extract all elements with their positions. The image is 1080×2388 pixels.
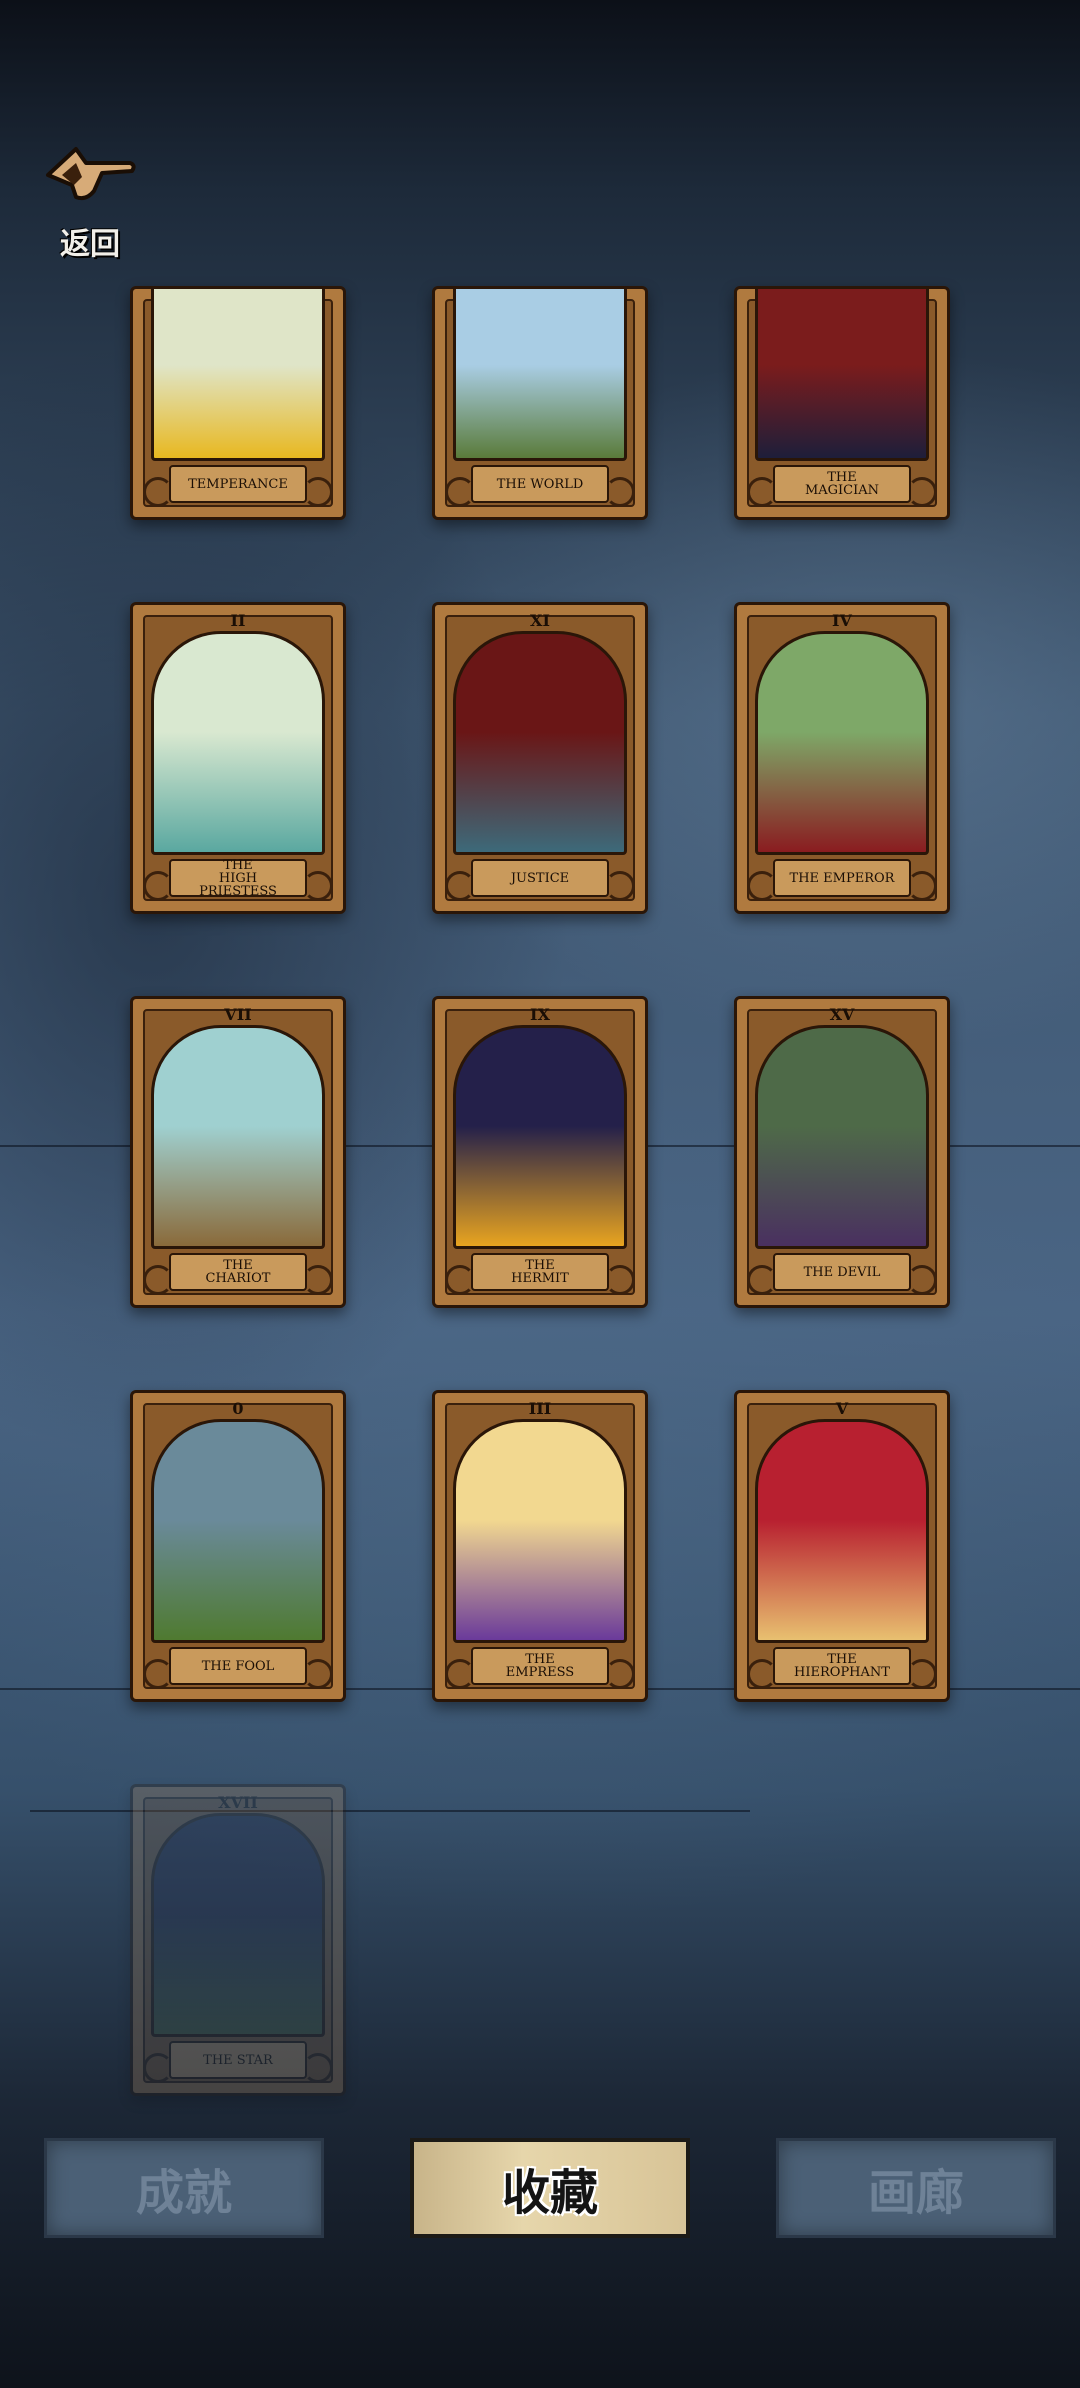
card-name: THE STAR bbox=[203, 2052, 273, 2068]
card-illustration bbox=[453, 286, 627, 461]
tarot-card[interactable]: XI JUSTICE bbox=[432, 602, 648, 914]
back-label: 返回 bbox=[60, 227, 120, 262]
tarot-card[interactable]: 0 THE FOOL bbox=[130, 1390, 346, 1702]
card-name: THE EMPEROR bbox=[789, 870, 895, 886]
tarot-card[interactable]: IX THE HERMIT bbox=[432, 996, 648, 1308]
card-numeral: V bbox=[835, 1399, 849, 1418]
tarot-card[interactable]: III THE EMPRESS bbox=[432, 1390, 648, 1702]
back-button[interactable]: 返回 bbox=[40, 135, 140, 265]
card-name: TEMPERANCE bbox=[188, 476, 288, 492]
card-name-plate: THE STAR bbox=[169, 2041, 307, 2079]
card-numeral: 0 bbox=[232, 1399, 244, 1418]
tarot-card[interactable]: XVII THE STAR bbox=[130, 1784, 346, 2096]
card-illustration bbox=[151, 1025, 325, 1249]
ornament-icon bbox=[907, 871, 937, 901]
card-name: THE HERMIT bbox=[511, 1258, 569, 1286]
ornament-icon bbox=[303, 477, 333, 507]
card-name-plate: JUSTICE bbox=[471, 859, 609, 897]
card-name: THE DEVIL bbox=[803, 1264, 881, 1280]
card-name-plate: THE CHARIOT bbox=[169, 1253, 307, 1291]
card-name: THE CHARIOT bbox=[205, 1258, 271, 1286]
ornament-icon bbox=[605, 1265, 635, 1295]
card-name-plate: THE DEVIL bbox=[773, 1253, 911, 1291]
ornament-icon bbox=[303, 1659, 333, 1689]
card-illustration bbox=[453, 1025, 627, 1249]
card-name-plate: THE HIGH PRIESTESS bbox=[169, 857, 307, 899]
tab-gallery-label: 画廊 bbox=[867, 2165, 964, 2221]
ornament-icon bbox=[303, 1265, 333, 1295]
card-numeral: II bbox=[230, 611, 246, 630]
card-numeral: VII bbox=[224, 1005, 252, 1024]
card-name-plate: THE HIEROPHANT bbox=[773, 1647, 911, 1685]
card-numeral: XV bbox=[829, 1005, 855, 1024]
ornament-icon bbox=[907, 477, 937, 507]
card-name: THE HIEROPHANT bbox=[794, 1652, 890, 1680]
ornament-icon bbox=[907, 1659, 937, 1689]
card-name: THE FOOL bbox=[201, 1658, 275, 1674]
ornament-icon bbox=[303, 2053, 333, 2083]
card-illustration bbox=[151, 1813, 325, 2037]
tarot-card[interactable]: VII THE CHARIOT bbox=[130, 996, 346, 1308]
card-name: THE WORLD bbox=[496, 476, 584, 492]
card-numeral: IX bbox=[530, 1005, 550, 1024]
tarot-card[interactable]: THE WORLD bbox=[432, 286, 648, 520]
card-numeral: IV bbox=[832, 611, 852, 630]
tarot-card[interactable]: V THE HIEROPHANT bbox=[734, 1390, 950, 1702]
card-name: JUSTICE bbox=[510, 870, 570, 886]
card-name-plate: THE WORLD bbox=[471, 465, 609, 503]
card-illustration bbox=[151, 631, 325, 855]
back-arrow-icon bbox=[46, 147, 136, 201]
tarot-card[interactable]: XV THE DEVIL bbox=[734, 996, 950, 1308]
ornament-icon bbox=[605, 1659, 635, 1689]
tarot-card[interactable]: II THE HIGH PRIESTESS bbox=[130, 602, 346, 914]
card-illustration bbox=[151, 286, 325, 461]
card-name-plate: THE EMPRESS bbox=[471, 1647, 609, 1685]
tab-achievements[interactable]: 成就 bbox=[44, 2138, 324, 2238]
card-illustration bbox=[453, 1419, 627, 1643]
card-name-plate: TEMPERANCE bbox=[169, 465, 307, 503]
card-illustration bbox=[453, 631, 627, 855]
card-name-plate: THE FOOL bbox=[169, 1647, 307, 1685]
card-name-plate: THE MAGICIAN bbox=[773, 465, 911, 503]
tarot-card[interactable]: TEMPERANCE bbox=[130, 286, 346, 520]
tab-gallery[interactable]: 画廊 bbox=[776, 2138, 1056, 2238]
tab-collection[interactable]: 收藏 bbox=[410, 2138, 690, 2238]
ornament-icon bbox=[605, 477, 635, 507]
tarot-card[interactable]: THE MAGICIAN bbox=[734, 286, 950, 520]
card-name-plate: THE HERMIT bbox=[471, 1253, 609, 1291]
ornament-icon bbox=[303, 871, 333, 901]
card-name: THE HIGH PRIESTESS bbox=[199, 857, 277, 899]
card-illustration bbox=[755, 631, 929, 855]
ornament-icon bbox=[605, 871, 635, 901]
ornament-icon bbox=[907, 1265, 937, 1295]
tarot-card[interactable]: IV THE EMPEROR bbox=[734, 602, 950, 914]
card-illustration bbox=[755, 286, 929, 461]
card-numeral: XI bbox=[530, 611, 550, 630]
tab-achievements-label: 成就 bbox=[135, 2165, 232, 2221]
card-numeral: XVII bbox=[218, 1793, 258, 1812]
card-name-plate: THE EMPEROR bbox=[773, 859, 911, 897]
card-name: THE EMPRESS bbox=[505, 1652, 575, 1680]
card-illustration bbox=[755, 1419, 929, 1643]
card-name: THE MAGICIAN bbox=[804, 470, 880, 498]
card-illustration bbox=[151, 1419, 325, 1643]
tab-collection-label: 收藏 bbox=[501, 2165, 598, 2221]
card-illustration bbox=[755, 1025, 929, 1249]
card-numeral: III bbox=[528, 1399, 552, 1418]
